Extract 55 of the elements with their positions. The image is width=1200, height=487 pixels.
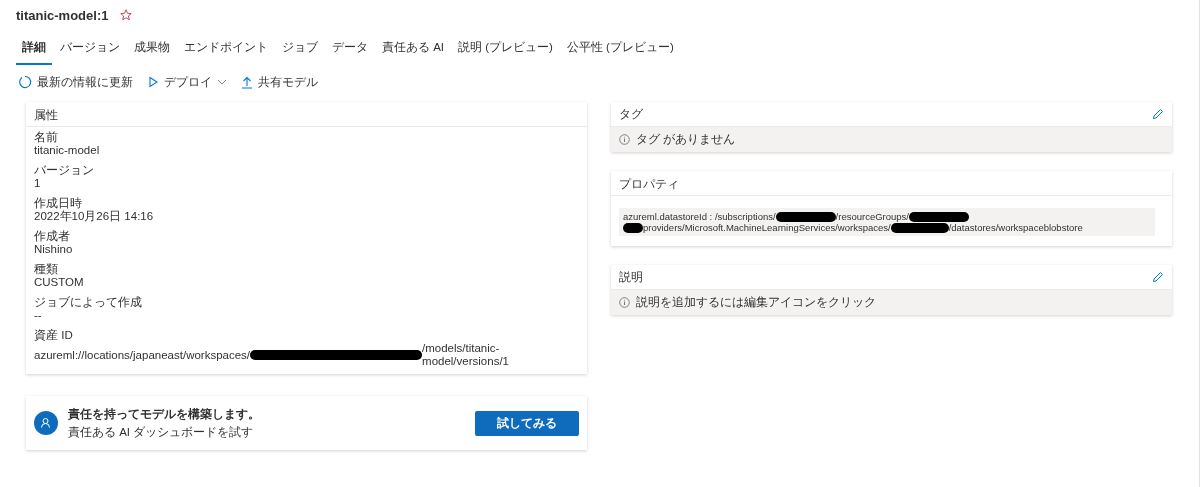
promo-title: 責任を持ってモデルを構築します。 xyxy=(68,406,261,423)
field-label: 作成日時 xyxy=(34,197,83,210)
play-icon xyxy=(147,76,159,88)
field-value: CUSTOM xyxy=(34,276,84,289)
card-title: 説明 xyxy=(619,268,643,286)
redaction-mark xyxy=(775,211,836,222)
field-value: /models/titanic-model/versions/1 xyxy=(422,342,510,368)
field-value: titanic-model xyxy=(34,144,100,157)
redaction-mark xyxy=(890,222,949,233)
tab[interactable]: 詳細 xyxy=(16,36,52,65)
tab[interactable]: エンドポイント xyxy=(178,36,274,65)
field-label: 名前 xyxy=(34,131,59,144)
refresh-icon xyxy=(18,75,32,89)
field-value: 2022年10月26日 14:16 xyxy=(34,210,154,223)
field-value: -- xyxy=(34,309,42,322)
edit-pencil-icon[interactable] xyxy=(1152,271,1164,283)
property-text: /datastores/workspaceblobstore xyxy=(948,222,1083,233)
property-text: providers/Microsoft.MachineLearningServices/workspaces/ xyxy=(643,222,891,233)
info-message: 説明を追加するには編集アイコンをクリック xyxy=(636,295,876,310)
info-icon xyxy=(619,134,630,145)
person-icon xyxy=(34,411,58,435)
property-text: azureml.datastoreId : /subscriptions/ xyxy=(623,211,776,222)
toolbar-button[interactable]: 最新の情報に更新 xyxy=(16,72,135,92)
promo-subtitle: 責任ある AI ダッシュボードを試す xyxy=(68,425,255,440)
chevron-down-icon xyxy=(217,79,227,85)
upload-icon xyxy=(241,75,253,89)
tab[interactable]: 説明 (プレビュー) xyxy=(452,36,559,65)
property-text: /resourceGroups/ xyxy=(835,211,909,222)
star-icon[interactable] xyxy=(120,9,133,21)
card-title: タグ xyxy=(619,105,643,123)
field-label: ジョブによって作成 xyxy=(34,296,143,309)
toolbar-button[interactable]: デプロイ xyxy=(145,72,229,92)
tab[interactable]: ジョブ xyxy=(276,36,324,65)
info-message: タグ がありません xyxy=(636,132,736,147)
field-value: 1 xyxy=(34,177,41,190)
page-title: titanic-model:1 xyxy=(16,7,109,23)
info-icon xyxy=(619,297,630,308)
tab[interactable]: データ xyxy=(326,36,374,65)
try-button[interactable]: 試してみる xyxy=(475,410,579,436)
card-title: 属性 xyxy=(34,108,58,122)
card-title: プロパティ xyxy=(619,177,679,191)
tab[interactable]: 成果物 xyxy=(128,36,176,65)
field-label: 作成者 xyxy=(34,230,71,243)
tab[interactable]: 公平性 (プレビュー) xyxy=(560,36,680,65)
field-label: 資産 ID xyxy=(34,329,74,342)
redaction-mark xyxy=(909,211,969,222)
redaction-mark xyxy=(623,222,643,233)
field-value: azureml://locations/japaneast/workspaces/ xyxy=(34,348,251,362)
edit-pencil-icon[interactable] xyxy=(1152,108,1164,120)
field-label: 種類 xyxy=(34,263,59,276)
tab[interactable]: 責任ある AI xyxy=(376,36,451,65)
field-label: バージョン xyxy=(34,164,95,177)
tab[interactable]: バージョン xyxy=(54,36,126,65)
field-value: Nishino xyxy=(34,243,73,256)
toolbar-button[interactable]: 共有モデル xyxy=(239,72,320,92)
